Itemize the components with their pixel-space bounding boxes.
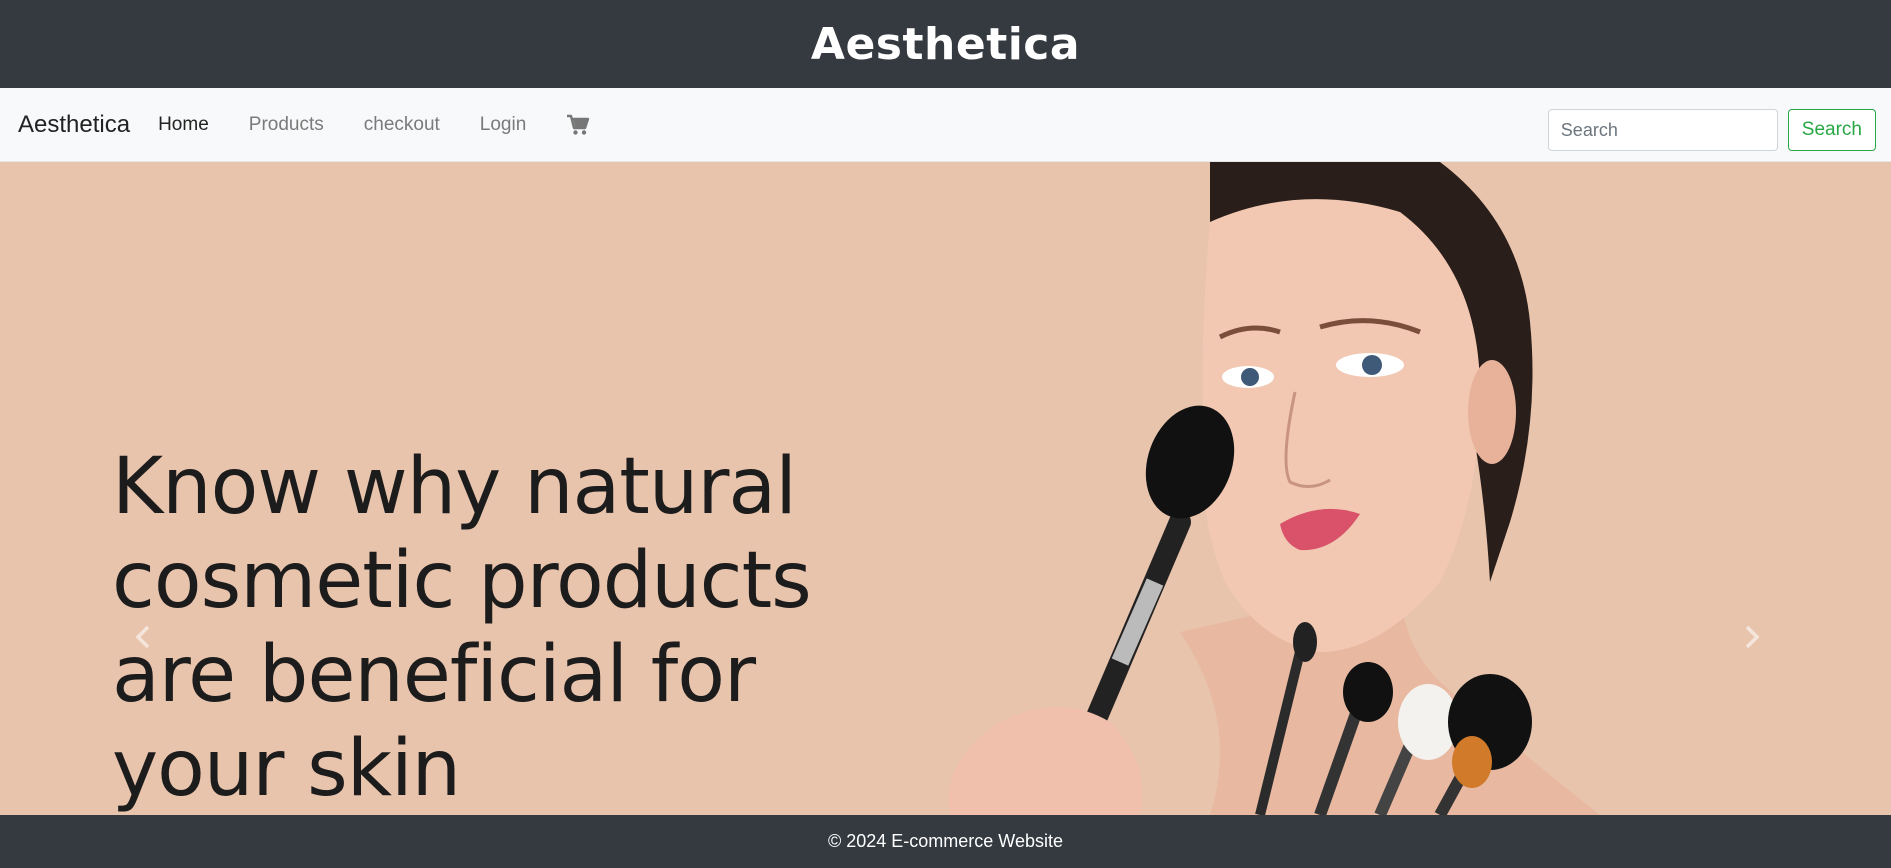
- carousel-next-icon[interactable]: [1737, 617, 1767, 657]
- shopping-cart-icon[interactable]: [566, 114, 590, 136]
- model-with-makeup-brushes-image: [948, 162, 1600, 815]
- nav-links: Home Products checkout Login: [158, 114, 590, 136]
- carousel-headline: Know why natural cosmetic products are b…: [112, 440, 812, 815]
- site-header: Aesthetica: [0, 0, 1891, 88]
- navbar-brand[interactable]: Aesthetica: [18, 111, 130, 139]
- site-footer: © 2024 E-commerce Website: [0, 815, 1891, 868]
- search-input[interactable]: [1547, 109, 1778, 151]
- hero-carousel: Know why natural cosmetic products are b…: [0, 162, 1891, 815]
- site-title: Aesthetica: [810, 18, 1081, 70]
- headline-line: Know why natural: [112, 442, 797, 532]
- footer-copyright: © 2024 E-commerce Website: [827, 831, 1064, 851]
- nav-link-checkout[interactable]: checkout: [364, 114, 440, 136]
- search-button[interactable]: Search: [1787, 109, 1876, 151]
- nav-link-home[interactable]: Home: [158, 114, 209, 136]
- nav-link-login[interactable]: Login: [480, 114, 527, 136]
- headline-line: your skin: [112, 724, 461, 814]
- carousel-prev-icon[interactable]: [128, 617, 158, 657]
- nav-link-products[interactable]: Products: [249, 114, 324, 136]
- search-form: Search: [1547, 109, 1876, 151]
- navbar: Aesthetica Home Products checkout Login …: [0, 88, 1891, 162]
- headline-line: cosmetic products: [112, 536, 812, 626]
- headline-line: are beneficial for: [112, 630, 756, 720]
